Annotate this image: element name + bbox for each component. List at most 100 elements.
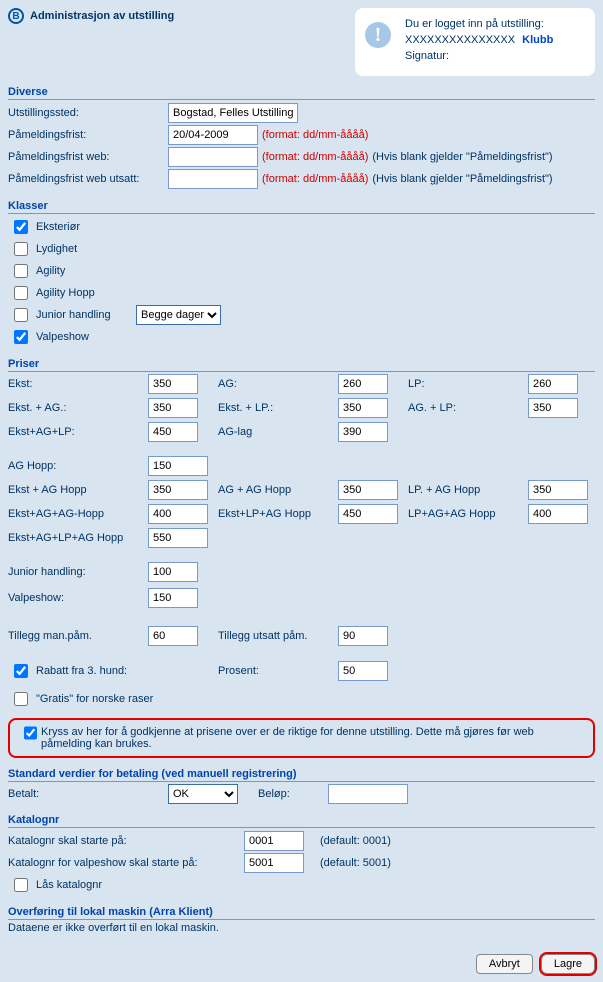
callout-code: XXXXXXXXXXXXXXX: [405, 34, 515, 46]
lbl-ekst-ag-lp: Ekst+AG+LP:: [8, 426, 138, 438]
section-katalog: Katalognr: [8, 814, 595, 828]
inp-lp-ag-hopp[interactable]: [528, 480, 588, 500]
lbl-lp: LP:: [408, 378, 518, 390]
lbl-ag-lp: AG. + LP:: [408, 402, 518, 414]
inp-ekst-ag-ag-hopp[interactable]: [148, 504, 208, 524]
lbl-laas: Lås katalognr: [36, 879, 102, 891]
input-sted[interactable]: [168, 103, 298, 123]
hint-kat-start: (default: 0001): [320, 835, 440, 847]
cb-rabatt[interactable]: [14, 664, 28, 678]
label-fristwebutsatt: Påmeldingsfrist web utsatt:: [8, 173, 168, 185]
login-callout: ! Du er logget inn på utstilling: XXXXXX…: [355, 8, 595, 76]
callout-klubb: Klubb: [522, 34, 553, 46]
lbl-ag-lag: AG-lag: [218, 426, 328, 438]
inp-kat-start[interactable]: [244, 831, 304, 851]
callout-signatur: Signatur:: [405, 50, 581, 62]
inp-belop[interactable]: [328, 784, 408, 804]
input-frist[interactable]: [168, 125, 258, 145]
btn-lagre[interactable]: Lagre: [541, 954, 595, 974]
lbl-tillegg-utsatt: Tillegg utsatt påm.: [218, 630, 328, 642]
lbl-prosent: Prosent:: [218, 665, 328, 677]
cb-approve[interactable]: [24, 726, 37, 740]
lbl-ekst-ag-lp-ag-hopp: Ekst+AG+LP+AG Hopp: [8, 532, 138, 544]
inp-kat-valpe[interactable]: [244, 853, 304, 873]
select-betalt[interactable]: OK: [168, 784, 238, 804]
select-junior[interactable]: Begge dager: [136, 305, 221, 325]
info-icon: !: [365, 22, 391, 48]
lbl-ag-hopp: AG Hopp:: [8, 460, 138, 472]
hint-frist: (format: dd/mm-åååå): [262, 129, 368, 141]
inp-ekst-ag[interactable]: [148, 398, 198, 418]
label-sted: Utstillingssted:: [8, 107, 168, 119]
section-overforing: Overføring til lokal maskin (Arra Klient…: [8, 906, 595, 920]
inp-lp[interactable]: [528, 374, 578, 394]
inp-ag-ag-hopp[interactable]: [338, 480, 398, 500]
lbl-ag-ag-hopp: AG + AG Hopp: [218, 484, 328, 496]
hint-fristweb: (format: dd/mm-åååå): [262, 151, 368, 163]
lbl-ekst-lp-ag-hopp: Ekst+LP+AG Hopp: [218, 508, 328, 520]
cb-gratis[interactable]: [14, 692, 28, 706]
cb-junior[interactable]: [14, 308, 28, 322]
lbl-tillegg-man: Tillegg man.påm.: [8, 630, 138, 642]
lbl-gratis: "Gratis" for norske raser: [36, 693, 153, 705]
inp-ag-hopp[interactable]: [148, 456, 208, 476]
inp-lp-ag-ag-hopp[interactable]: [528, 504, 588, 524]
hint-fristwebutsatt: (format: dd/mm-åååå): [262, 173, 368, 185]
inp-prosent[interactable]: [338, 661, 388, 681]
inp-ekst-ag-lp[interactable]: [148, 422, 198, 442]
lbl-ekst-lp: Ekst. + LP.:: [218, 402, 328, 414]
inp-ekst[interactable]: [148, 374, 198, 394]
inp-pris-junior[interactable]: [148, 562, 198, 582]
btn-avbryt[interactable]: Avbryt: [476, 954, 533, 974]
inp-ekst-ag-hopp[interactable]: [148, 480, 208, 500]
inp-ekst-lp[interactable]: [338, 398, 388, 418]
inp-ag[interactable]: [338, 374, 388, 394]
label-frist: Påmeldingsfrist:: [8, 129, 168, 141]
lbl-eksterior: Eksteriør: [36, 221, 80, 233]
cb-lydighet[interactable]: [14, 242, 28, 256]
lbl-approve: Kryss av her for å godkjenne at prisene …: [41, 726, 585, 750]
input-fristwebutsatt[interactable]: [168, 169, 258, 189]
lbl-rabatt: Rabatt fra 3. hund:: [36, 665, 127, 677]
cb-agility[interactable]: [14, 264, 28, 278]
inp-tillegg-man[interactable]: [148, 626, 198, 646]
inp-ekst-ag-lp-ag-hopp[interactable]: [148, 528, 208, 548]
lbl-agilityhopp: Agility Hopp: [36, 287, 95, 299]
cb-eksterior[interactable]: [14, 220, 28, 234]
hint-kat-valpe: (default: 5001): [320, 857, 440, 869]
txt-overforing: Dataene er ikke overført til en lokal ma…: [8, 922, 595, 934]
lbl-ekst: Ekst:: [8, 378, 138, 390]
lbl-ag: AG:: [218, 378, 328, 390]
section-betaling: Standard verdier for betaling (ved manue…: [8, 768, 595, 782]
callout-line1: Du er logget inn på utstilling:: [405, 18, 581, 30]
lbl-ekst-ag-hopp: Ekst + AG Hopp: [8, 484, 138, 496]
lbl-lydighet: Lydighet: [36, 243, 77, 255]
lbl-junior: Junior handling: [36, 309, 132, 321]
lbl-ekst-ag: Ekst. + AG.:: [8, 402, 138, 414]
label-fristweb: Påmeldingsfrist web:: [8, 151, 168, 163]
cb-agilityhopp[interactable]: [14, 286, 28, 300]
lbl-pris-junior: Junior handling:: [8, 566, 138, 578]
hint2-fristwebutsatt: (Hvis blank gjelder "Påmeldingsfrist"): [372, 173, 552, 185]
page-title: Administrasjon av utstilling: [30, 10, 174, 22]
inp-pris-valpeshow[interactable]: [148, 588, 198, 608]
cb-laas[interactable]: [14, 878, 28, 892]
hint2-fristweb: (Hvis blank gjelder "Påmeldingsfrist"): [372, 151, 552, 163]
section-priser: Priser: [8, 358, 595, 372]
lbl-agility: Agility: [36, 265, 65, 277]
lbl-kat-valpe: Katalognr for valpeshow skal starte på:: [8, 857, 238, 869]
inp-tillegg-utsatt[interactable]: [338, 626, 388, 646]
inp-ekst-lp-ag-hopp[interactable]: [338, 504, 398, 524]
lbl-kat-start: Katalognr skal starte på:: [8, 835, 238, 847]
inp-ag-lp[interactable]: [528, 398, 578, 418]
section-diverse: Diverse: [8, 86, 595, 100]
approve-box: Kryss av her for å godkjenne at prisene …: [8, 718, 595, 758]
lbl-valpeshow: Valpeshow: [36, 331, 89, 343]
inp-ag-lag[interactable]: [338, 422, 388, 442]
lbl-betalt: Betalt:: [8, 788, 158, 800]
cb-valpeshow[interactable]: [14, 330, 28, 344]
section-klasser: Klasser: [8, 200, 595, 214]
admin-icon: B: [8, 8, 24, 24]
lbl-pris-valpeshow: Valpeshow:: [8, 592, 138, 604]
input-fristweb[interactable]: [168, 147, 258, 167]
